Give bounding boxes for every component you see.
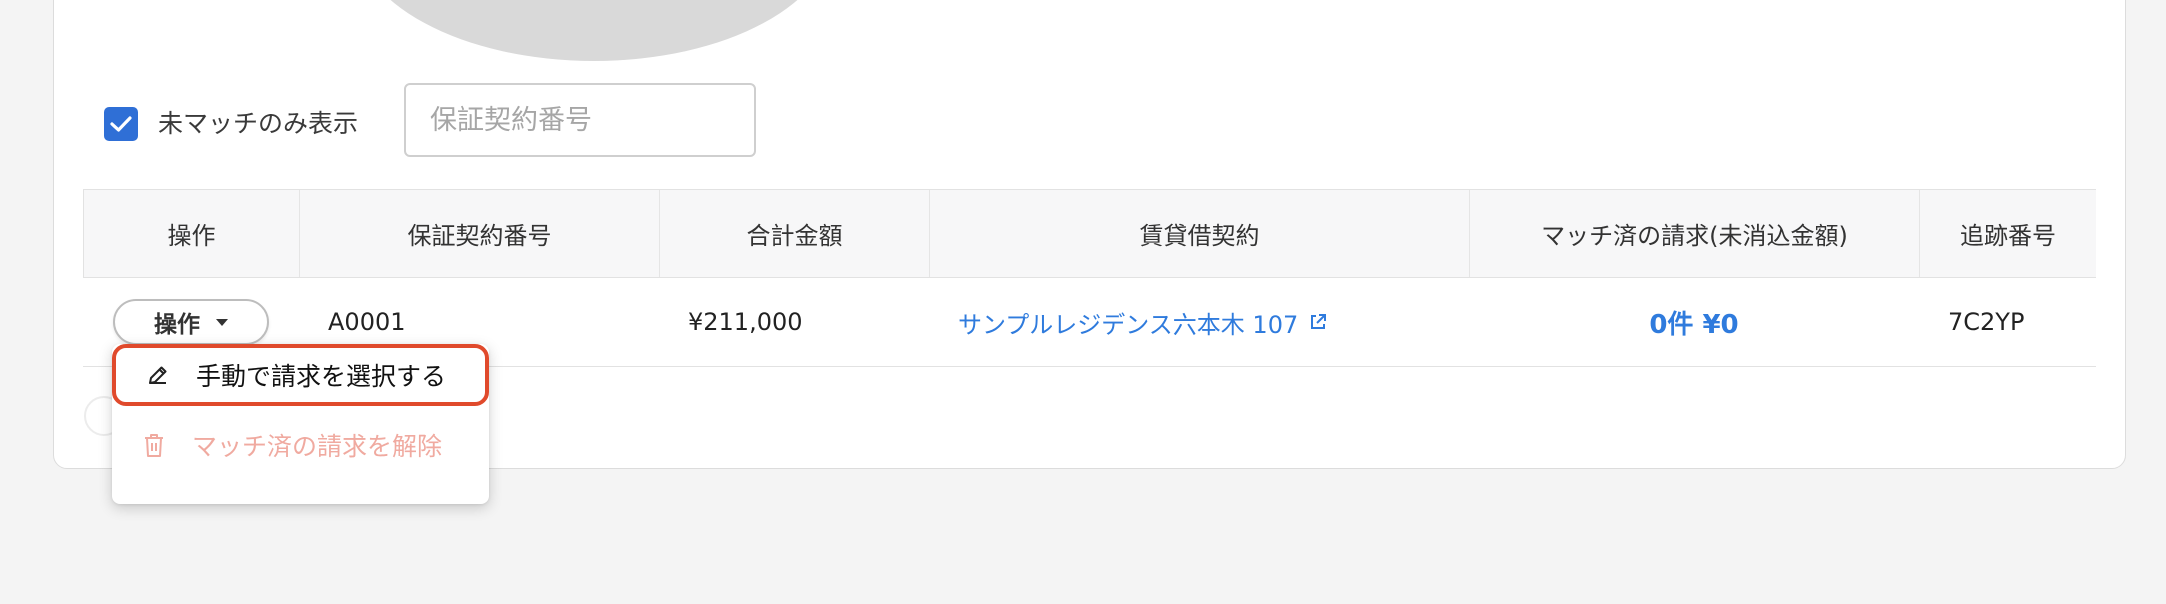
contract-number-search-input[interactable] <box>404 83 756 157</box>
unmatched-only-label[interactable]: 未マッチのみ表示 <box>158 104 358 144</box>
contracts-table: 操作 保証契約番号 合計金額 賃貸借契約 マッチ済の請求(未消込金額) 追跡番号… <box>83 189 2096 367</box>
unmatched-only-checkbox[interactable] <box>104 107 138 141</box>
action-dropdown-button[interactable]: 操作 <box>113 299 269 345</box>
column-header-action: 操作 <box>83 190 299 277</box>
tracking-number-cell: 7C2YP <box>1948 308 2025 336</box>
column-header-tracking-number: 追跡番号 <box>1919 190 2096 277</box>
menu-item-unmatch-invoice: マッチ済の請求を解除 <box>112 414 489 476</box>
caret-down-icon <box>216 318 228 326</box>
action-dropdown-menu: 手動で請求を選択する マッチ済の請求を解除 <box>112 344 489 504</box>
menu-item-label: 手動で請求を選択する <box>196 362 447 391</box>
external-link-icon <box>1311 314 1327 329</box>
column-header-matched-invoice: マッチ済の請求(未消込金額) <box>1469 190 1919 277</box>
column-header-total-amount: 合計金額 <box>659 190 929 277</box>
column-header-contract-number: 保証契約番号 <box>299 190 659 277</box>
column-header-rental-contract: 賃貸借契約 <box>929 190 1469 277</box>
table-header: 操作 保証契約番号 合計金額 賃貸借契約 マッチ済の請求(未消込金額) 追跡番号 <box>83 190 2096 278</box>
pencil-icon <box>149 366 167 384</box>
decorative-shape <box>354 0 834 61</box>
matched-invoice-link[interactable]: 0件 ¥0 <box>1649 304 1738 341</box>
matched-invoice-cell: 0件 ¥0 <box>1469 278 1919 366</box>
action-button-label: 操作 <box>154 312 200 338</box>
menu-item-manual-select-invoice[interactable]: 手動で請求を選択する <box>112 344 489 406</box>
checkmark-icon <box>110 116 132 132</box>
menu-item-label: マッチ済の請求を解除 <box>192 432 443 461</box>
total-amount-cell: ¥211,000 <box>688 308 803 336</box>
rental-contract-link[interactable]: サンプルレジデンス六本木 107 <box>958 305 1328 340</box>
rental-contract-link-text: サンプルレジデンス六本木 107 <box>958 310 1299 339</box>
rental-contract-cell: サンプルレジデンス六本木 107 <box>929 278 1469 366</box>
trash-icon <box>145 434 163 457</box>
